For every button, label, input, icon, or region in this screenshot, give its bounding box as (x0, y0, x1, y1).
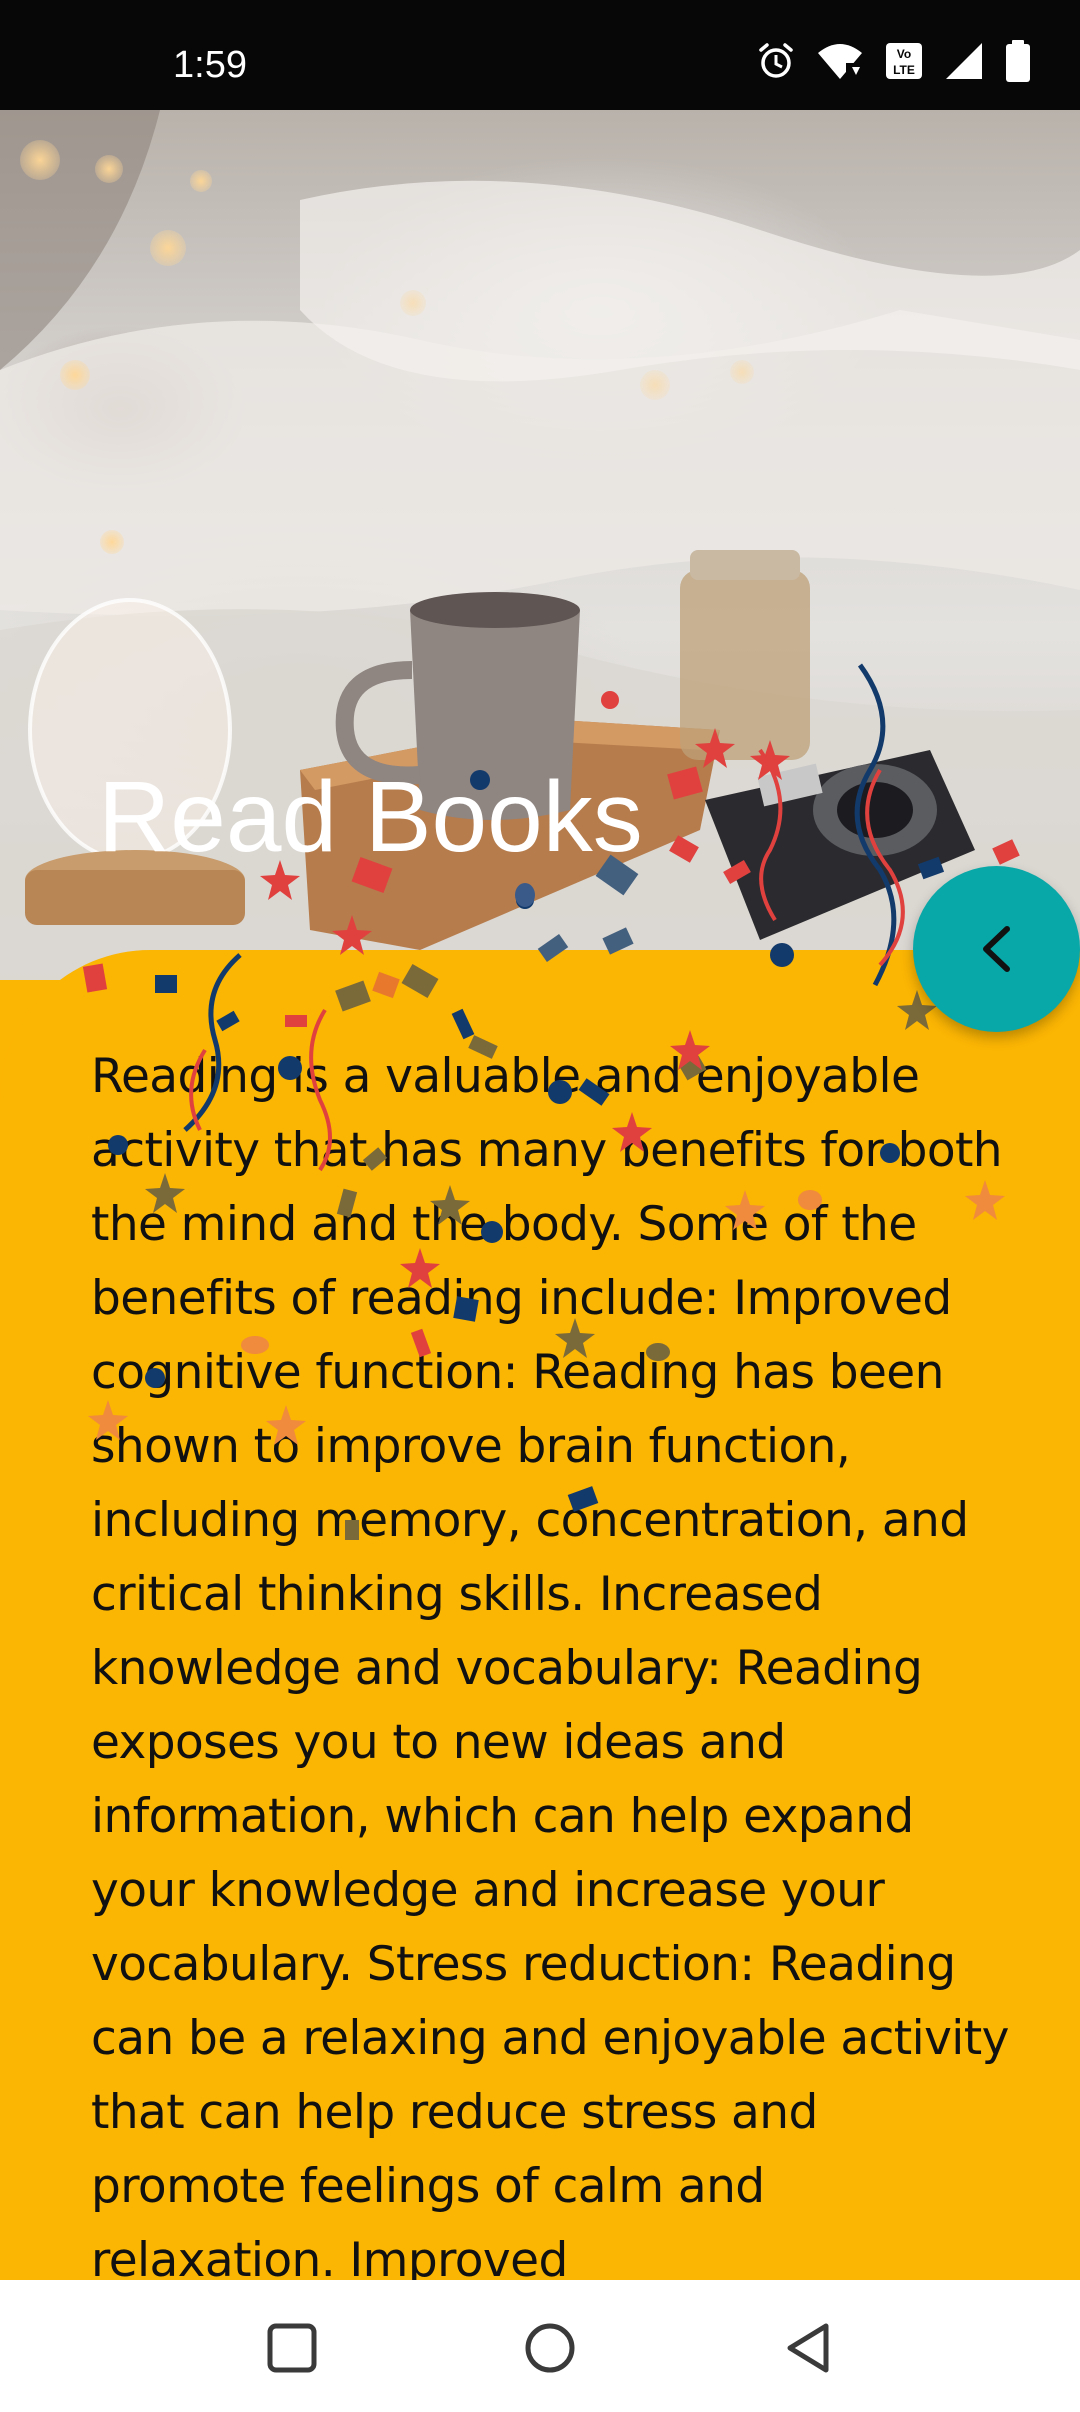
wifi-icon (816, 41, 864, 81)
bokeh-light (400, 290, 426, 316)
svg-text:Vo: Vo (897, 47, 911, 61)
recents-square-icon (267, 2323, 317, 2373)
recents-button[interactable] (252, 2308, 332, 2388)
system-back-button[interactable] (768, 2308, 848, 2388)
bokeh-light (150, 230, 186, 266)
chevron-left-icon (982, 926, 1010, 972)
navigation-bar (0, 2280, 1080, 2412)
screen: 1:59 Vo LTE Read Books Reading is a valu… (0, 0, 1080, 2412)
bokeh-light (95, 155, 123, 183)
bokeh-light (640, 370, 670, 400)
status-icons: Vo LTE (756, 40, 1032, 82)
home-circle-icon (525, 2323, 575, 2373)
bokeh-light (60, 360, 90, 390)
signal-icon (944, 41, 984, 81)
home-button[interactable] (510, 2308, 590, 2388)
status-time: 1:59 (173, 44, 247, 86)
back-button[interactable] (913, 866, 1080, 1032)
battery-icon (1004, 40, 1032, 82)
bokeh-light (190, 170, 212, 192)
bokeh-light (100, 530, 124, 554)
back-triangle-icon (787, 2323, 829, 2373)
article-body: Reading is a valuable and enjoyable acti… (91, 1049, 1009, 2280)
svg-text:LTE: LTE (893, 63, 915, 77)
alarm-icon (756, 41, 796, 81)
bokeh-light (730, 360, 754, 384)
bokeh-light (20, 140, 60, 180)
page-title: Read Books (98, 761, 643, 873)
volte-icon: Vo LTE (884, 41, 924, 81)
status-bar: 1:59 Vo LTE (0, 0, 1080, 110)
